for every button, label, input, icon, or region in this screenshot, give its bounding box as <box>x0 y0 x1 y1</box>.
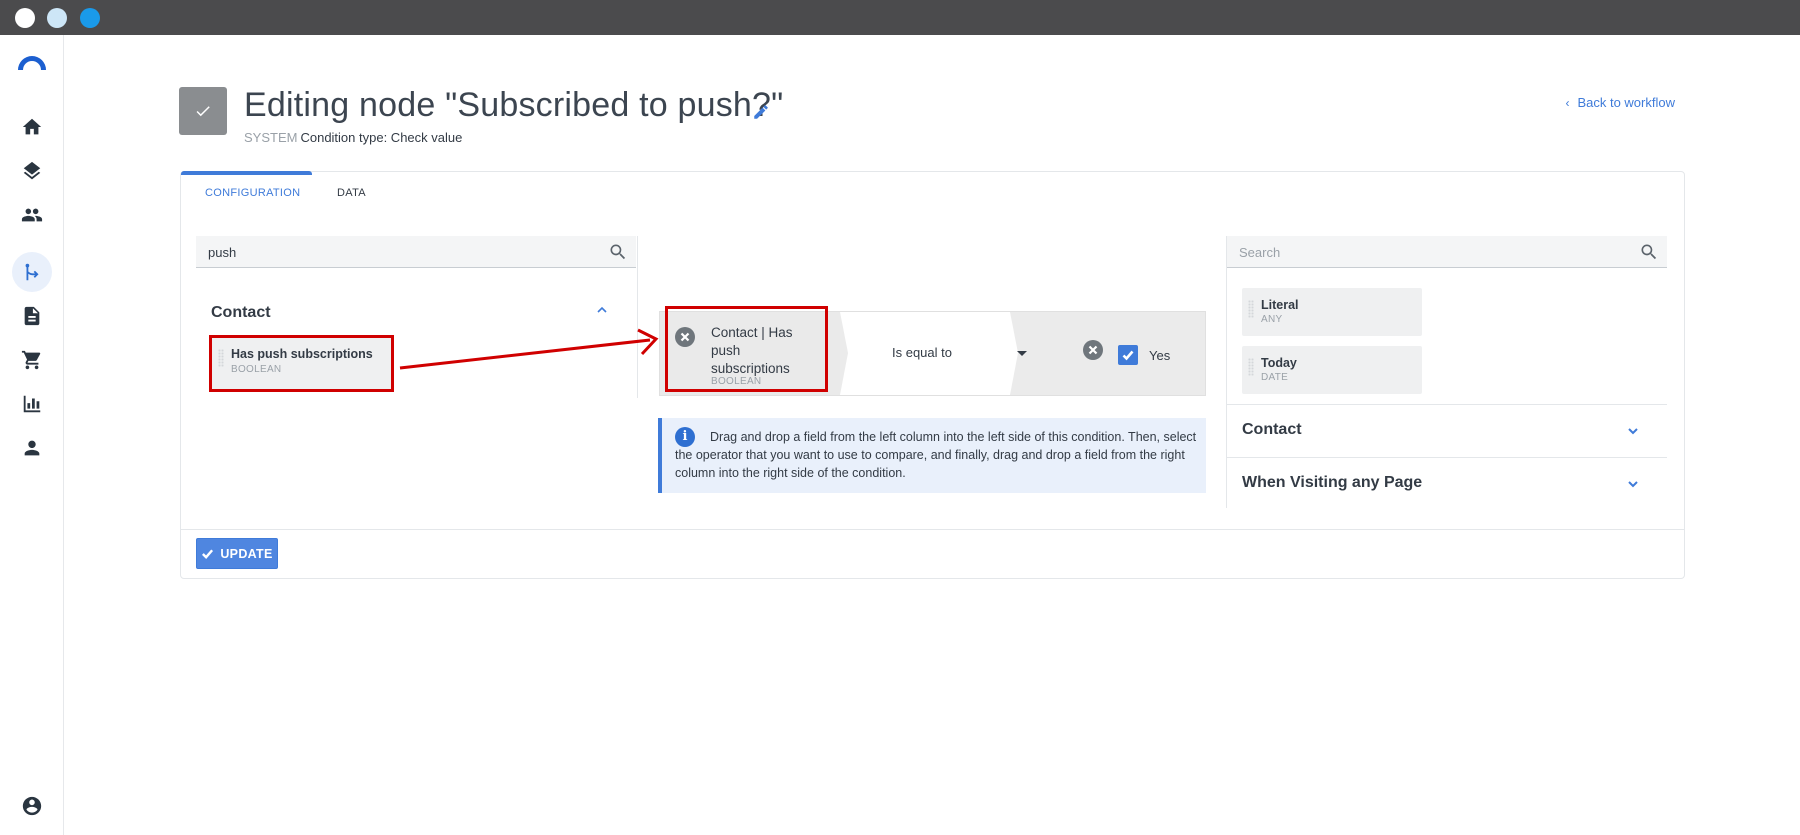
sidebar-item-workflows[interactable] <box>12 252 52 292</box>
value-type: DATE <box>1261 372 1289 383</box>
sidebar-item-commerce[interactable] <box>12 340 52 380</box>
highlight-box-source <box>209 335 394 392</box>
accordion-contact[interactable]: Contact <box>1242 421 1302 439</box>
left-search-box <box>196 236 636 268</box>
check-icon <box>196 106 210 117</box>
home-icon <box>22 118 42 135</box>
drag-arrow-annotation <box>399 328 659 370</box>
left-group-contact[interactable]: Contact <box>211 304 271 322</box>
update-button[interactable]: UPDATE <box>196 538 278 569</box>
chevron-up-icon[interactable] <box>596 304 608 319</box>
sidebar-item-layers[interactable] <box>12 151 52 191</box>
operator-select[interactable]: Is equal to <box>892 345 952 360</box>
page-title: Editing node "Subscribed to push?" <box>244 86 784 124</box>
person-icon <box>24 440 40 456</box>
back-link-label: Back to workflow <box>1577 95 1675 110</box>
drag-handle-icon[interactable] <box>1248 358 1254 376</box>
value-chip-today[interactable]: Today DATE <box>1242 346 1422 394</box>
pencil-icon[interactable] <box>752 103 770 121</box>
value-label: Yes <box>1149 348 1171 363</box>
window-minimize-button[interactable] <box>47 8 67 28</box>
window-titlebar <box>0 0 1800 35</box>
sidebar-item-users[interactable] <box>12 428 52 468</box>
field-search-input[interactable] <box>208 236 598 268</box>
value-chip-literal[interactable]: Literal ANY <box>1242 288 1422 336</box>
left-column-divider <box>637 236 638 398</box>
value-search-input[interactable] <box>1239 236 1629 268</box>
app-logo-icon[interactable] <box>16 52 48 70</box>
chevron-down-icon[interactable] <box>1626 477 1640 491</box>
drag-handle-icon[interactable] <box>1248 300 1254 318</box>
accordion-when-visiting-any-page[interactable]: When Visiting any Page <box>1242 474 1422 492</box>
chevron-left-icon: ‹ <box>1565 95 1570 110</box>
search-icon[interactable] <box>1639 242 1659 262</box>
people-icon <box>21 208 43 222</box>
value-checkbox[interactable] <box>1118 345 1138 365</box>
sidebar <box>0 35 64 835</box>
layers-icon <box>23 161 41 180</box>
condition-type-label: Condition type: Check value <box>300 130 463 145</box>
info-text: Drag and drop a field from the left colu… <box>675 430 1197 480</box>
update-button-label: UPDATE <box>220 546 273 561</box>
check-icon <box>202 549 214 559</box>
node-type-badge <box>179 87 227 135</box>
back-to-workflow-link[interactable]: ‹ Back to workflow <box>1565 95 1675 110</box>
highlight-box-target <box>665 306 828 392</box>
caret-down-icon[interactable] <box>1017 351 1027 356</box>
chevron-down-icon[interactable] <box>1626 424 1640 438</box>
chart-icon <box>23 395 41 413</box>
window-maximize-button[interactable] <box>80 8 100 28</box>
node-subtitle: SYSTEM Condition type: Check value <box>244 130 462 145</box>
right-divider <box>1227 404 1667 405</box>
window-close-button[interactable] <box>15 8 35 28</box>
sidebar-item-documents[interactable] <box>12 296 52 336</box>
search-icon[interactable] <box>608 242 628 262</box>
system-label: SYSTEM <box>244 130 298 145</box>
document-icon <box>24 306 40 326</box>
account-circle-icon[interactable] <box>21 795 43 817</box>
tab-data[interactable]: DATA <box>337 187 366 199</box>
value-name: Literal <box>1261 298 1299 312</box>
active-tab-indicator <box>181 171 312 175</box>
cart-icon <box>21 350 41 370</box>
sidebar-item-contacts[interactable] <box>12 195 52 235</box>
info-callout: i Drag and drop a field from the left co… <box>658 418 1206 493</box>
value-name: Today <box>1261 356 1297 370</box>
tab-configuration[interactable]: CONFIGURATION <box>205 187 300 199</box>
right-search-box <box>1227 236 1667 268</box>
sidebar-item-reports[interactable] <box>12 384 52 424</box>
sidebar-item-home[interactable] <box>12 107 52 147</box>
right-divider <box>1227 457 1667 458</box>
card-footer-divider <box>181 529 1684 530</box>
value-type: ANY <box>1261 314 1283 325</box>
remove-right-value-icon[interactable] <box>1083 340 1103 360</box>
workflow-icon <box>25 263 39 281</box>
right-column-divider <box>1226 236 1227 508</box>
